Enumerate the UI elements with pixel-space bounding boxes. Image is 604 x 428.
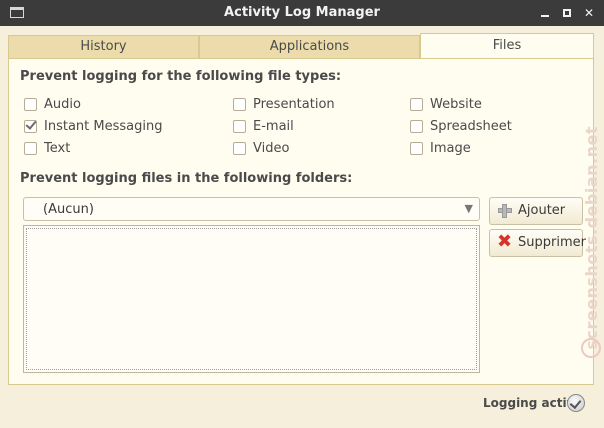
checkbox-label: Spreadsheet [430, 119, 512, 134]
checkbox-box[interactable] [233, 120, 246, 133]
watermark: screenshots.debian.net [575, 126, 604, 366]
checkbox-label: Text [44, 141, 71, 156]
add-button-label: Ajouter [518, 203, 566, 218]
checkbox-box[interactable] [24, 98, 37, 111]
checkbox-label: Image [430, 141, 471, 156]
checkbox-box[interactable] [233, 142, 246, 155]
checkbox-box[interactable] [24, 142, 37, 155]
add-folder-button[interactable]: Ajouter [489, 197, 583, 225]
checkbox-box[interactable] [24, 118, 37, 133]
file-types-heading: Prevent logging for the following file t… [20, 69, 342, 84]
checkbox-label: Presentation [253, 97, 335, 112]
maximize-button[interactable] [559, 5, 575, 21]
tab-history[interactable]: History [8, 35, 199, 59]
combo-value: (Aucun) [43, 202, 94, 217]
checkbox-box[interactable] [410, 98, 423, 111]
tab-bar: History Applications Files [8, 33, 594, 59]
tab-files[interactable]: Files [420, 33, 594, 59]
files-panel: Prevent logging for the following file t… [8, 58, 594, 385]
checkbox-box[interactable] [410, 142, 423, 155]
checkbox-box[interactable] [233, 98, 246, 111]
dropdown-arrow-icon[interactable]: ▼ [465, 202, 473, 215]
folder-list[interactable] [23, 225, 480, 373]
window-title: Activity Log Manager [224, 5, 380, 20]
checkbox-label: Website [430, 97, 482, 112]
checkbox-box[interactable] [410, 120, 423, 133]
watermark-text: screenshots.debian.net [582, 126, 601, 350]
checkbox-label: E-mail [253, 119, 294, 134]
maximize-icon [563, 9, 571, 17]
folder-list-focus-frame [26, 228, 477, 370]
checkmark-icon [25, 118, 37, 130]
window-body: History Applications Files Prevent loggi… [0, 26, 604, 428]
debian-logo-icon [581, 338, 601, 358]
red-x-icon: ✖ [497, 231, 513, 252]
checkbox-label: Instant Messaging [44, 119, 163, 134]
folder-combo-box[interactable]: (Aucun) ▼ [23, 197, 480, 221]
checkbox-label: Audio [44, 97, 81, 112]
folders-heading: Prevent logging files in the following f… [20, 171, 353, 186]
tab-applications[interactable]: Applications [199, 35, 420, 59]
close-icon: ✕ [583, 6, 595, 20]
plus-icon [497, 203, 513, 219]
title-bar[interactable]: Activity Log Manager ✕ [0, 0, 604, 26]
minimize-button[interactable] [538, 5, 554, 21]
minimize-icon [541, 15, 549, 17]
remove-folder-button[interactable]: ✖ Supprimer [489, 229, 586, 257]
close-button[interactable]: ✕ [581, 5, 597, 21]
check-circle-icon[interactable] [567, 394, 585, 412]
checkbox-label: Video [253, 141, 290, 156]
